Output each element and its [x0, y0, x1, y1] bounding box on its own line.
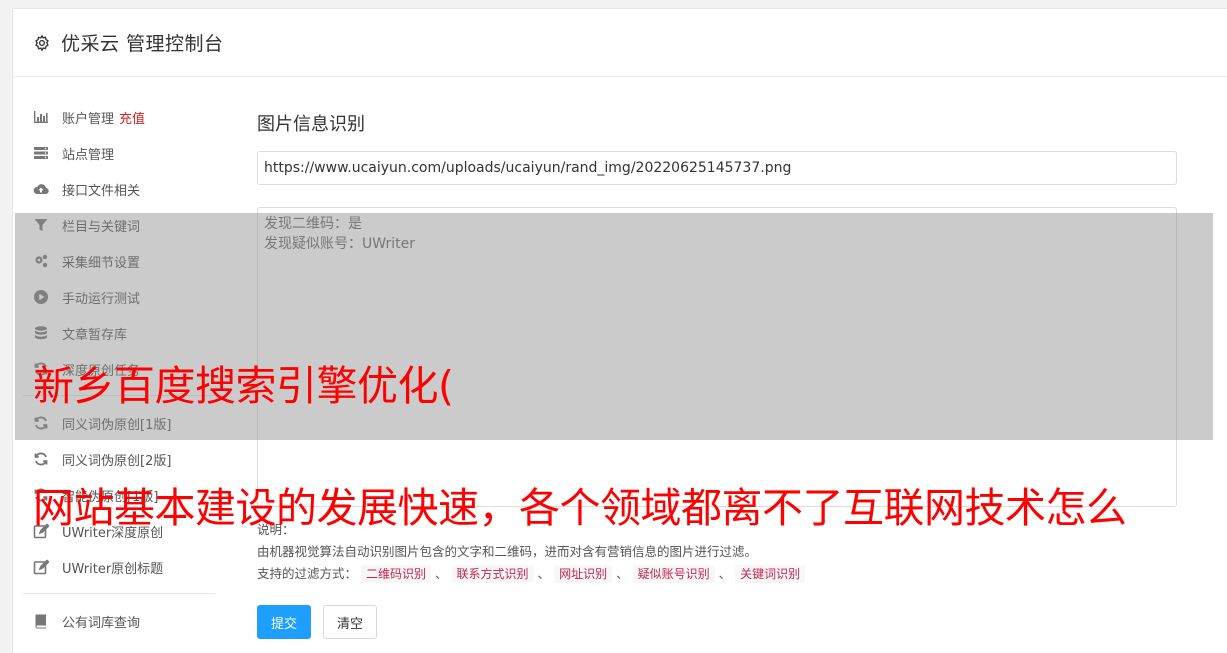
sidebar-item-label: 站点管理 [62, 147, 115, 163]
gear-icon [35, 34, 49, 51]
refresh-icon [34, 452, 48, 466]
filter-separator: 、 [435, 566, 448, 581]
filter-methods-label: 支持的过滤方式： [257, 566, 358, 581]
recharge-link[interactable]: 充值 [119, 108, 145, 127]
filter-separator: 、 [616, 566, 629, 581]
filter-tag: 网址识别 [554, 565, 613, 583]
sidebar-item-public-dictionary[interactable]: 公有词库查询 [23, 603, 215, 639]
image-url-input[interactable] [257, 151, 1177, 185]
page-title: 优采云 管理控制台 [61, 33, 224, 55]
book-icon [35, 614, 46, 629]
sidebar-item-interface-files[interactable]: 接口文件相关 [23, 171, 215, 207]
overlay-caption: 新乡百度搜索引擎优化( [33, 362, 454, 410]
server-icon [34, 147, 48, 159]
edit-icon [33, 559, 49, 575]
filter-separator: 、 [718, 566, 732, 581]
cloud-upload-icon [33, 184, 49, 195]
sidebar-item-label: 同义词伪原创[2版] [62, 453, 172, 469]
sidebar-item-synonym-v2[interactable]: 同义词伪原创[2版] [23, 441, 215, 477]
filter-tag: 疑似账号识别 [632, 565, 715, 583]
sidebar-item-account[interactable]: 账户管理 充值 [23, 99, 215, 135]
description-text: 由机器视觉算法自动识别图片包含的文字和二维码，进而对含有营销信息的图片进行过滤。 [257, 544, 758, 559]
sidebar-item-label: 接口文件相关 [62, 183, 141, 199]
filter-tag: 联系方式识别 [451, 565, 534, 583]
filter-methods: 支持的过滤方式： 二维码识别、联系方式识别、网址识别、疑似账号识别、关键词识别 [257, 563, 1177, 585]
section-heading: 图片信息识别 [257, 114, 365, 135]
filter-tag: 二维码识别 [361, 565, 432, 583]
submit-button[interactable]: 提交 [257, 605, 311, 639]
filter-tag: 关键词识别 [735, 565, 806, 583]
sidebar-item-label: UWriter原创标题 [62, 561, 164, 577]
sidebar-item-label: 公有词库查询 [62, 615, 141, 631]
form-actions: 提交 清空 [257, 605, 1177, 639]
sidebar-divider [23, 593, 215, 594]
clear-button[interactable]: 清空 [323, 605, 377, 639]
bar-chart-icon [34, 111, 48, 123]
filter-separator: 、 [537, 566, 551, 581]
sidebar-item-uwriter-title[interactable]: UWriter原创标题 [23, 549, 215, 585]
page-header: 优采云 管理控制台 [13, 9, 1227, 77]
sidebar-item-label: 账户管理 [62, 111, 115, 127]
overlay-caption: 网站基本建设的发展快速，各个领域都离不了互联网技术怎么 [33, 484, 1127, 532]
sidebar-item-sites[interactable]: 站点管理 [23, 135, 215, 171]
